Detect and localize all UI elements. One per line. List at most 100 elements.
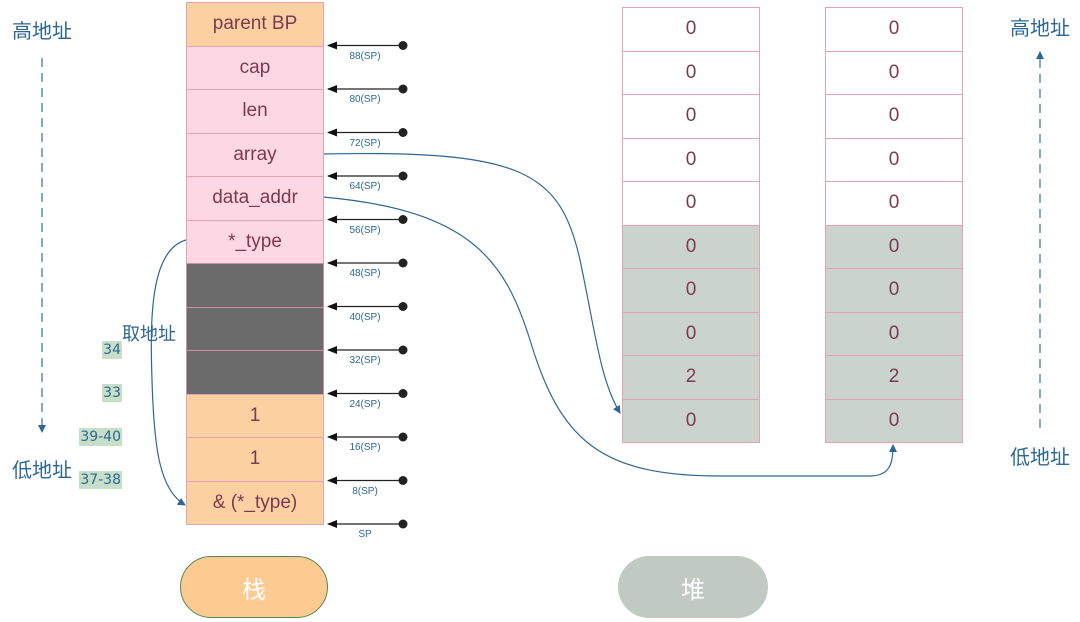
heap-cell-value: 0 <box>685 409 697 431</box>
heap-cell: 2 <box>825 355 963 400</box>
stack-cell: data_addr <box>186 176 324 221</box>
heap-cell-value: 0 <box>685 192 697 214</box>
stack-cell-label: data_addr <box>212 187 298 209</box>
heap-cell: 0 <box>825 137 963 182</box>
heap-legend-label: 堆 <box>681 575 705 604</box>
stack-cell: array <box>186 132 324 177</box>
heap-cell: 0 <box>622 7 760 52</box>
sp-pointer-dot <box>398 476 408 485</box>
stack-cell-label: len <box>242 100 268 122</box>
array-pointer-arrow <box>322 152 621 414</box>
heap-cell-value: 0 <box>888 322 900 344</box>
heap-cell: 0 <box>622 50 760 95</box>
heap-cell: 0 <box>825 50 963 95</box>
heap-cell-value: 0 <box>888 409 900 431</box>
heap-cell: 0 <box>825 7 963 52</box>
heap-cell-value: 0 <box>685 148 697 170</box>
sp-pointer-dot <box>398 128 408 137</box>
heap-cell: 0 <box>825 398 963 443</box>
stack-cell: cap <box>186 45 324 90</box>
heap-cell: 0 <box>825 311 963 356</box>
heap-cell-value: 0 <box>888 235 900 257</box>
heap-cell: 0 <box>622 268 760 313</box>
take-address-arrow <box>150 239 187 506</box>
sp-offset-label: 56(SP) <box>349 224 381 236</box>
stack-cell-label: 1 <box>249 404 261 426</box>
left-high-address-label: 高地址 <box>12 19 72 43</box>
sp-offset-label: 32(SP) <box>349 355 381 366</box>
sp-pointer-dot <box>398 215 408 224</box>
heap-cell-value: 0 <box>888 61 900 83</box>
heap-cell: 0 <box>825 268 963 313</box>
sp-pointer-dot <box>398 302 408 311</box>
sp-pointer-dot <box>398 84 408 94</box>
sp-offset-label: 88(SP) <box>349 50 381 62</box>
stack-cell: & (*_type) <box>186 480 324 525</box>
sp-offset-label: 16(SP) <box>349 442 381 453</box>
line-number-badge: 34 <box>102 340 122 359</box>
heap-cell-value: 0 <box>685 105 697 127</box>
line-number-badge: 33 <box>102 384 122 403</box>
heap-cell-value: 0 <box>685 322 697 344</box>
heap-cell-value: 0 <box>888 192 900 214</box>
stack-cell: len <box>186 89 324 134</box>
heap-cell-value: 0 <box>685 18 697 40</box>
sp-offset-label: 24(SP) <box>349 398 381 410</box>
sp-offset-label: 80(SP) <box>349 94 381 105</box>
sp-pointer-dot <box>398 432 408 442</box>
sp-pointer-dot <box>398 519 408 529</box>
right-high-address-label: 高地址 <box>1010 16 1070 40</box>
heap-cell-value: 0 <box>685 61 697 83</box>
stack-legend-label: 栈 <box>242 575 266 604</box>
sp-pointer-dot <box>398 41 408 50</box>
sp-pointer-dot <box>398 171 408 181</box>
heap-cell-value: 0 <box>888 279 900 301</box>
sp-offset-label: 8(SP) <box>352 485 378 497</box>
heap-cell: 0 <box>622 398 760 443</box>
stack-cell: 1 <box>186 437 324 482</box>
heap-cell: 0 <box>622 94 760 139</box>
heap-cell-value: 0 <box>888 148 900 170</box>
heap-cell-value: 0 <box>888 18 900 40</box>
sp-offset-label: 40(SP) <box>349 311 381 323</box>
heap-cell: 2 <box>622 355 760 400</box>
heap-cell-value: 2 <box>888 366 900 388</box>
sp-offset-label: 48(SP) <box>349 268 381 279</box>
heap-cell: 0 <box>825 224 963 269</box>
heap-cell: 0 <box>825 181 963 226</box>
left-low-address-label: 低地址 <box>12 458 72 482</box>
stack-cell-label: parent BP <box>212 13 298 35</box>
stack-cell <box>186 350 324 395</box>
stack-cell <box>186 263 324 308</box>
sp-pointer-dot <box>398 345 408 355</box>
stack-cell-label: & (*_type) <box>212 491 298 513</box>
heap-cell-value: 0 <box>685 235 697 257</box>
sp-offset-label: SP <box>358 529 372 540</box>
heap-cell-value: 0 <box>685 279 697 301</box>
stack-cell-label: cap <box>239 56 271 78</box>
data-addr-pointer-arrow <box>322 196 897 477</box>
line-number-badge: 39-40 <box>79 427 122 446</box>
heap-cell: 0 <box>622 181 760 226</box>
stack-cell: parent BP <box>186 2 324 47</box>
sp-pointer-dot <box>398 258 408 268</box>
stack-cell-label: *_type <box>228 230 282 252</box>
stack-cell <box>186 306 324 351</box>
stack-legend-pill: 栈 <box>180 556 328 618</box>
stack-cell-label: array <box>233 143 277 165</box>
heap-cell: 0 <box>622 137 760 182</box>
heap-cell-value: 2 <box>685 366 697 388</box>
stack-cell-label: 1 <box>249 448 261 470</box>
right-low-address-label: 低地址 <box>1010 445 1070 469</box>
stack-cell: 1 <box>186 393 324 438</box>
heap-cell: 0 <box>825 94 963 139</box>
stack-cell: *_type <box>186 219 324 264</box>
sp-pointer-dot <box>398 389 408 398</box>
heap-cell: 0 <box>622 311 760 356</box>
sp-offset-label: 64(SP) <box>349 181 381 192</box>
sp-offset-label: 72(SP) <box>349 137 381 149</box>
line-number-badge: 37-38 <box>79 471 122 490</box>
take-address-label: 取地址 <box>122 324 176 345</box>
heap-cell-value: 0 <box>888 105 900 127</box>
heap-legend-pill: 堆 <box>618 556 768 618</box>
